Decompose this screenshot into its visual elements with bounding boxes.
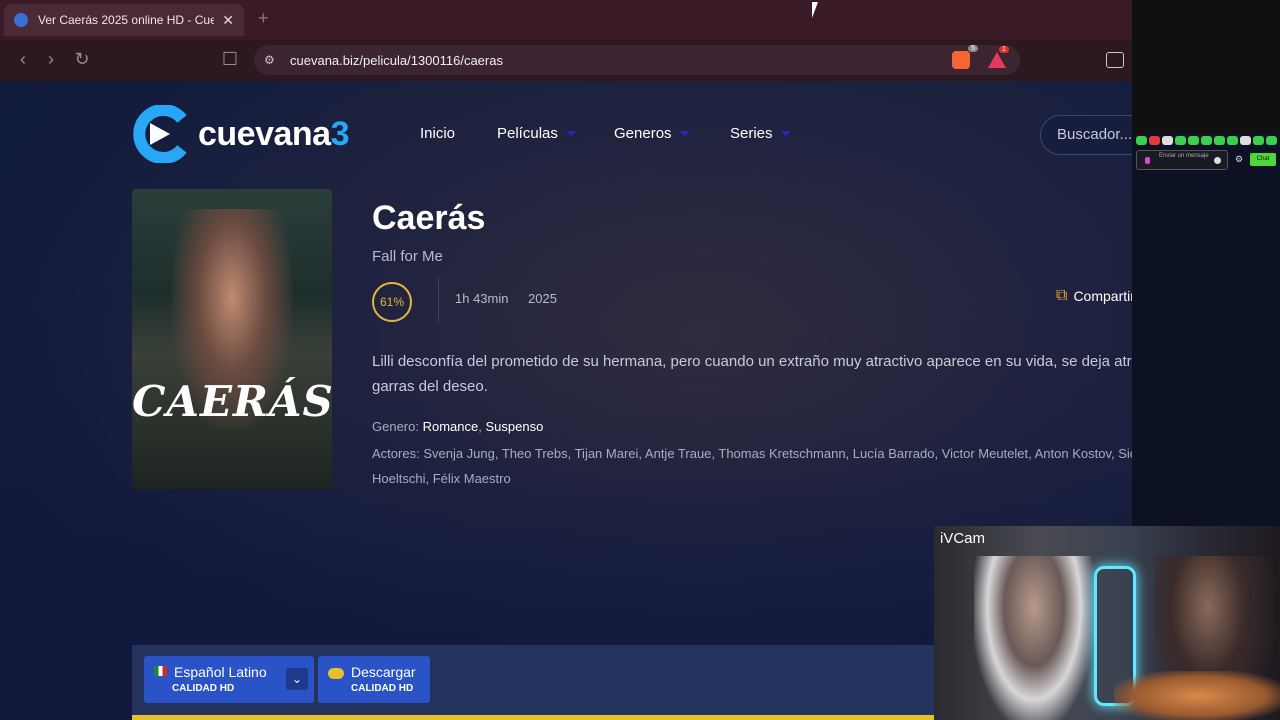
- browser-toolbar: ‹ › ↻ ☐ ⚙ cuevana.biz/pelicula/1300116/c…: [0, 40, 1132, 81]
- brave-rewards-icon[interactable]: 1: [988, 46, 1009, 68]
- movie-description: Lilli desconfía del prometido de su herm…: [372, 353, 1132, 395]
- reload-icon[interactable]: ↻: [71, 49, 93, 70]
- address-bar[interactable]: ⚙ cuevana.biz/pelicula/1300116/caeras ↗ …: [254, 45, 1020, 75]
- site-settings-icon[interactable]: ⚙: [264, 53, 280, 67]
- mexico-flag-icon: [154, 666, 167, 676]
- original-title: Fall for Me: [372, 248, 443, 265]
- genre-link-romance[interactable]: Romance: [423, 419, 479, 434]
- site-favicon-icon: [14, 13, 28, 27]
- language-button[interactable]: Español Latino CALIDAD HD ⌄: [144, 656, 314, 703]
- chat-input[interactable]: Enviar un mensaje: [1136, 150, 1228, 170]
- player-accent-line: [132, 715, 934, 720]
- share-button[interactable]: ⧉ Compartir: [1056, 287, 1132, 305]
- movie-year: 2025: [528, 291, 557, 306]
- logo-wordmark: cuevana3: [198, 114, 350, 153]
- brave-shields-icon[interactable]: 5: [952, 45, 978, 69]
- movie-title: Caerás: [372, 199, 486, 237]
- search-input[interactable]: Buscador...: [1040, 115, 1132, 155]
- mouse-cursor-icon: [812, 2, 818, 18]
- divider: [438, 277, 439, 323]
- badge-icon: [1145, 157, 1150, 164]
- bookmark-icon[interactable]: ☐: [219, 49, 241, 70]
- chevron-down-icon[interactable]: ⌄: [286, 668, 308, 690]
- tab-title: Ver Caerás 2025 online HD - Cue: [38, 13, 215, 27]
- reader-mode-icon[interactable]: [1106, 52, 1124, 68]
- player-options-bar: Español Latino CALIDAD HD ⌄ Descargar CA…: [132, 645, 934, 720]
- forward-icon[interactable]: ›: [40, 49, 62, 70]
- url-text[interactable]: cuevana.biz/pelicula/1300116/caeras: [290, 53, 952, 68]
- nav-series[interactable]: Series: [730, 125, 791, 142]
- movie-poster: CAERÁS: [132, 189, 332, 489]
- chevron-down-icon: [565, 131, 576, 136]
- cloud-download-icon: [328, 668, 344, 679]
- new-tab-icon[interactable]: +: [258, 8, 269, 29]
- browser-tab[interactable]: Ver Caerás 2025 online HD - Cue ✕: [4, 4, 244, 36]
- actors-line: Actores: Svenja Jung, Theo Trebs, Tijan …: [372, 441, 1132, 491]
- nav-inicio[interactable]: Inicio: [420, 125, 455, 142]
- camera-label: iVCam: [940, 530, 986, 547]
- shields-badge: 5: [968, 45, 978, 52]
- genre-line: Genero: Romance, Suspenso: [372, 419, 544, 434]
- rating-badge: 61%: [372, 282, 412, 322]
- cuevana-logo-icon: [133, 105, 187, 163]
- chevron-down-icon: [780, 131, 791, 136]
- genre-link-suspenso[interactable]: Suspenso: [485, 419, 543, 434]
- gear-icon[interactable]: ⚙: [1235, 154, 1243, 165]
- actors-list: Svenja Jung, Theo Trebs, Tijan Marei, An…: [372, 446, 1132, 486]
- chevron-down-icon: [679, 131, 690, 136]
- chat-send-button[interactable]: Chat: [1250, 153, 1276, 166]
- site-logo[interactable]: cuevana3: [132, 105, 350, 163]
- browser-tab-bar: Ver Caerás 2025 online HD - Cue ✕ +: [0, 0, 1132, 40]
- share-icon: ⧉: [1056, 287, 1068, 304]
- close-tab-icon[interactable]: ✕: [222, 12, 234, 29]
- nav-generos[interactable]: Generos: [614, 125, 690, 142]
- download-button[interactable]: Descargar CALIDAD HD: [318, 656, 430, 703]
- emote-row: [1136, 136, 1277, 145]
- movie-duration: 1h 43min: [455, 291, 509, 306]
- nav-peliculas[interactable]: Películas: [497, 125, 576, 142]
- poster-title: CAERÁS: [132, 377, 332, 426]
- emoji-icon[interactable]: [1214, 157, 1221, 164]
- back-icon[interactable]: ‹: [12, 49, 34, 70]
- webcam-overlay: iVCam: [934, 526, 1280, 720]
- chat-area: [1132, 0, 1280, 134]
- rewards-badge: 1: [999, 46, 1009, 53]
